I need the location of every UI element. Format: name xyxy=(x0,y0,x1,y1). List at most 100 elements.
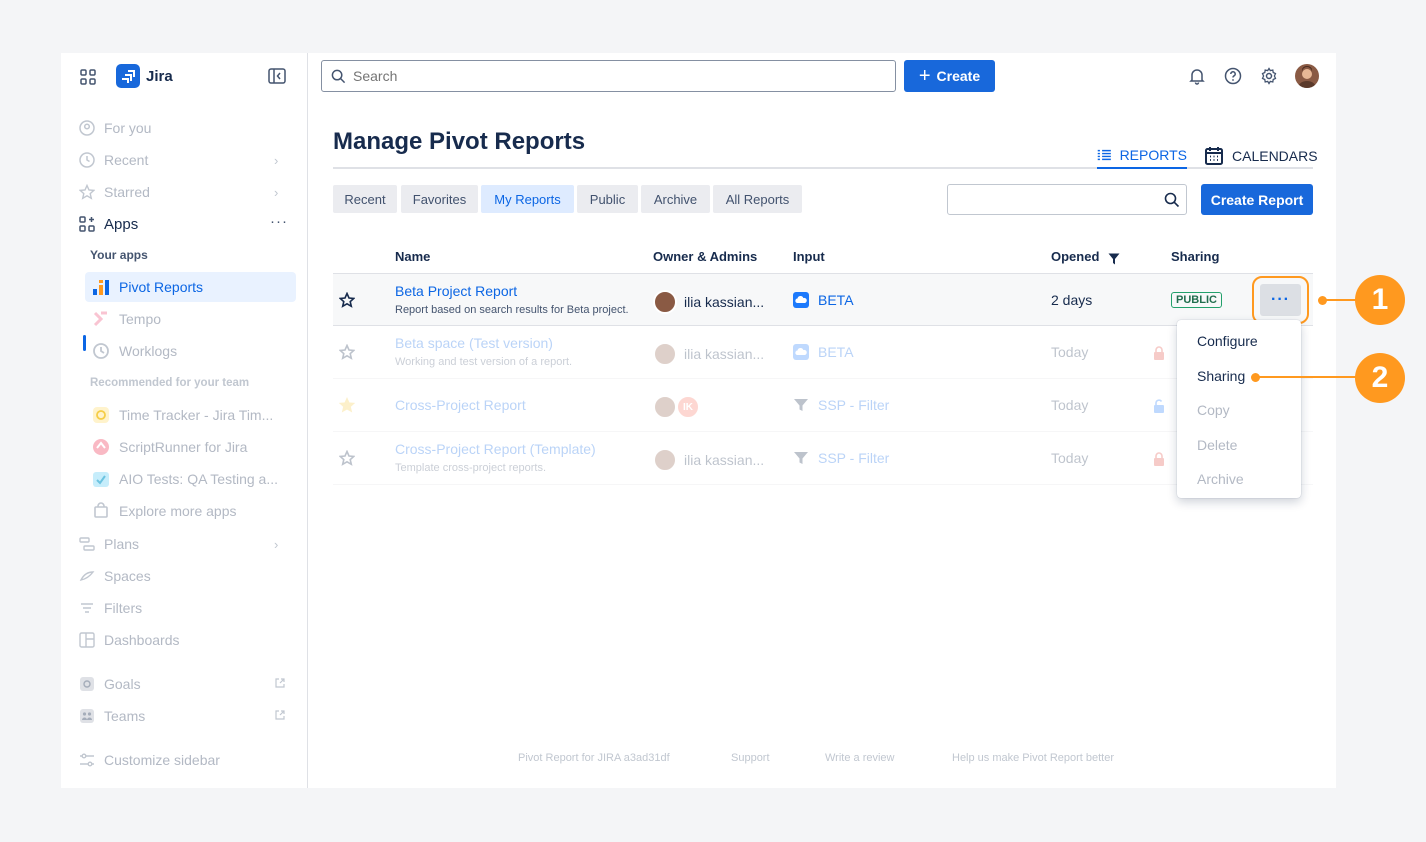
sidebar-app-label: AIO Tests: QA Testing a... xyxy=(119,471,279,487)
footer-feedback-link[interactable]: Help us make Pivot Report better xyxy=(952,752,1114,764)
chevron-right-icon: › xyxy=(274,185,279,200)
time-tracker-icon xyxy=(92,406,110,424)
menu-item-archive: Archive xyxy=(1197,471,1244,487)
menu-item-sharing[interactable]: Sharing xyxy=(1197,368,1245,384)
collapse-sidebar-icon[interactable] xyxy=(268,68,286,84)
jira-logo-icon[interactable] xyxy=(116,64,140,88)
tab-calendars[interactable]: CALENDARS xyxy=(1204,143,1318,169)
lock-icon xyxy=(1154,346,1164,360)
sidebar-customize[interactable]: Customize sidebar xyxy=(79,746,296,774)
footer-support-link[interactable]: Support xyxy=(731,752,770,764)
report-name-link[interactable]: Cross-Project Report (Template) xyxy=(395,441,596,457)
sidebar-item-starred[interactable]: Starred › xyxy=(79,178,296,206)
shopping-bag-icon xyxy=(92,502,110,520)
filter-funnel-icon[interactable] xyxy=(1108,253,1120,265)
apps-more-icon[interactable]: ··· xyxy=(270,213,288,230)
report-name-link[interactable]: Cross-Project Report xyxy=(395,397,526,413)
filter-tab-favorites[interactable]: Favorites xyxy=(401,185,478,213)
sidebar-app-label: Tempo xyxy=(119,311,162,327)
menu-item-configure[interactable]: Configure xyxy=(1197,333,1258,349)
star-outline-icon[interactable] xyxy=(339,292,355,308)
column-header-sharing: Sharing xyxy=(1171,249,1220,264)
owner-avatar xyxy=(653,395,677,419)
star-outline-icon[interactable] xyxy=(339,344,355,360)
table-row[interactable]: Beta Project Report Report based on sear… xyxy=(333,273,1313,326)
create-report-button[interactable]: Create Report xyxy=(1201,184,1313,215)
opened-value: Today xyxy=(1051,344,1089,360)
filter-tab-my-reports[interactable]: My Reports xyxy=(481,185,574,213)
input-cell[interactable]: BETA xyxy=(793,292,854,308)
create-button[interactable]: + Create xyxy=(904,60,995,92)
input-label: BETA xyxy=(818,292,854,308)
sidebar-app-tempo[interactable]: Tempo xyxy=(85,304,296,334)
sidebar-item-label: Goals xyxy=(104,676,141,692)
star-icon xyxy=(79,184,95,200)
search-field[interactable] xyxy=(353,68,853,84)
tempo-icon xyxy=(92,310,110,328)
sidebar-item-label: Plans xyxy=(104,536,140,552)
sidebar-item-goals[interactable]: Goals xyxy=(79,670,296,698)
external-link-icon xyxy=(274,677,286,691)
table-row[interactable]: Beta space (Test version) Working and te… xyxy=(333,326,1313,379)
cloud-project-icon xyxy=(793,344,809,360)
user-avatar[interactable] xyxy=(1295,64,1319,88)
create-button-label: Create xyxy=(936,68,981,84)
menu-item-copy: Copy xyxy=(1197,402,1230,418)
sidebar-app-time-tracker[interactable]: Time Tracker - Jira Tim... xyxy=(85,400,296,430)
sidebar-item-recent[interactable]: Recent › xyxy=(79,146,296,174)
sidebar-header: Jira xyxy=(61,53,308,99)
app-switcher-icon[interactable] xyxy=(80,69,96,85)
sidebar-app-scriptrunner[interactable]: ScriptRunner for Jira xyxy=(85,432,296,462)
footer-review-link[interactable]: Write a review xyxy=(825,752,894,764)
settings-gear-icon[interactable] xyxy=(1260,67,1278,85)
list-icon xyxy=(1097,149,1111,161)
column-header-name[interactable]: Name xyxy=(395,249,430,264)
sidebar-item-teams[interactable]: Teams xyxy=(79,702,296,730)
callout-2-badge: 2 xyxy=(1355,353,1405,403)
report-search-input[interactable] xyxy=(947,184,1187,215)
sidebar-item-label: Apps xyxy=(104,215,139,233)
notifications-bell-icon[interactable] xyxy=(1188,67,1206,85)
column-header-opened[interactable]: Opened xyxy=(1051,249,1099,264)
filter-tab-all-reports[interactable]: All Reports xyxy=(713,185,802,213)
owner-cell: ilia kassian... xyxy=(653,290,764,314)
input-cell[interactable]: SSP - Filter xyxy=(793,450,889,466)
goals-icon xyxy=(79,676,95,692)
global-search-input[interactable] xyxy=(321,60,896,92)
sidebar-app-worklogs[interactable]: Worklogs xyxy=(85,336,296,366)
more-actions-button[interactable]: ··· xyxy=(1260,284,1301,316)
report-name-link[interactable]: Beta space (Test version) xyxy=(395,335,553,351)
sidebar-item-spaces[interactable]: Spaces xyxy=(79,562,296,590)
sidebar-item-plans[interactable]: Plans › xyxy=(79,530,296,558)
filter-tab-recent[interactable]: Recent xyxy=(333,185,397,213)
table-row[interactable]: Cross-Project Report IK SSP - Filter Tod… xyxy=(333,379,1313,432)
sidebar-item-filters[interactable]: Filters xyxy=(79,594,296,622)
sidebar-app-aio-tests[interactable]: AIO Tests: QA Testing a... xyxy=(85,464,296,494)
owner-cell: IK xyxy=(653,395,707,419)
table-row[interactable]: Cross-Project Report (Template) Template… xyxy=(333,432,1313,485)
input-label: SSP - Filter xyxy=(818,450,890,466)
help-icon[interactable] xyxy=(1224,67,1242,85)
owner-avatar xyxy=(653,290,677,314)
jira-window: Jira For you Recent › Starred › Apps ···… xyxy=(61,53,1336,788)
app-name[interactable]: Jira xyxy=(146,68,173,85)
sidebar-app-pivot-reports[interactable]: Pivot Reports xyxy=(85,272,296,302)
sidebar-item-dashboards[interactable]: Dashboards xyxy=(79,626,296,654)
sidebar-explore-apps[interactable]: Explore more apps xyxy=(85,496,296,526)
input-cell[interactable]: SSP - Filter xyxy=(793,397,889,413)
tab-reports[interactable]: REPORTS xyxy=(1097,143,1187,169)
input-label: BETA xyxy=(818,344,854,360)
dashboard-icon xyxy=(79,632,95,648)
star-outline-icon[interactable] xyxy=(339,450,355,466)
input-cell[interactable]: BETA xyxy=(793,344,854,360)
star-filled-icon[interactable] xyxy=(339,397,355,413)
tab-calendars-label: CALENDARS xyxy=(1232,148,1318,164)
filter-tab-public[interactable]: Public xyxy=(577,185,638,213)
filter-tab-archive[interactable]: Archive xyxy=(641,185,710,213)
spaces-icon xyxy=(79,568,95,584)
report-name-link[interactable]: Beta Project Report xyxy=(395,283,517,299)
sidebar-item-apps[interactable]: Apps ··· xyxy=(79,210,296,238)
owner-avatar xyxy=(653,448,677,472)
sidebar-item-for-you[interactable]: For you xyxy=(79,114,296,142)
row-actions-menu: Configure Sharing Copy Delete Archive xyxy=(1177,320,1301,498)
